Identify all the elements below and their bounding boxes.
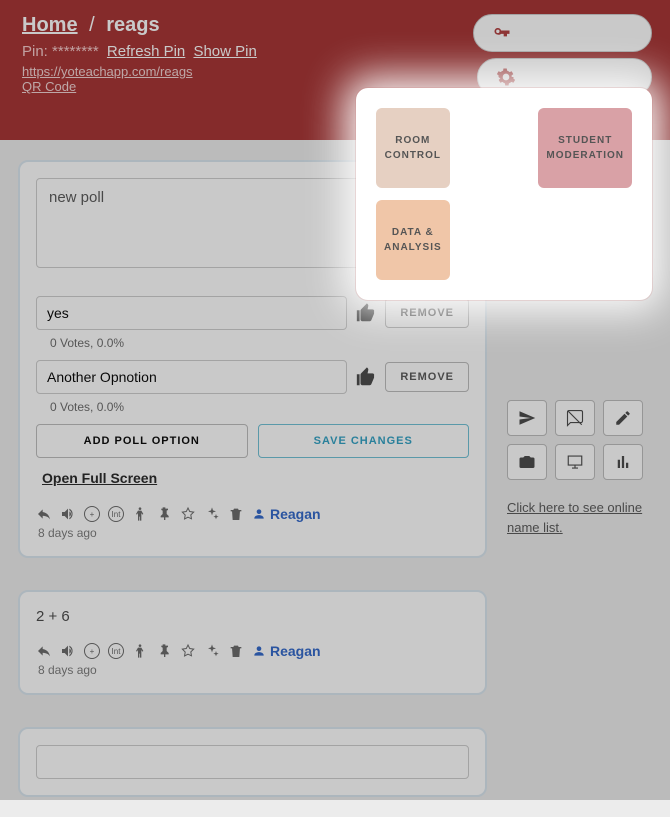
user-icon [252,507,266,521]
paper-plane-icon [518,409,536,427]
reply-icon[interactable] [36,643,52,659]
plus-icon[interactable]: + [84,506,100,522]
send-button[interactable] [507,400,547,436]
chat-slash-icon [566,409,584,427]
pin-label: Pin: [22,43,48,60]
author-link[interactable]: Reagan [252,506,321,522]
poll-option-row: REMOVE [36,296,469,330]
star-icon[interactable] [180,506,196,522]
reply-icon[interactable] [36,506,52,522]
breadcrumb-separator: / [89,14,95,36]
plus-icon[interactable]: + [84,643,100,659]
thumbs-up-icon[interactable] [355,366,377,388]
vote-stat: 0 Votes, 0.0% [50,400,469,414]
user-icon [252,644,266,658]
poll-stats-button[interactable] [603,444,643,480]
remove-option-button[interactable]: REMOVE [385,362,469,392]
bar-chart-icon [614,453,632,471]
admin-options-label: ADMIN OPTIONS [522,26,633,41]
star-icon[interactable] [180,643,196,659]
pin-value: ******** [52,43,99,60]
poll-option-input[interactable] [36,296,347,330]
post-card: 2 + 6 + Int Reagan 8 days ago [18,590,487,695]
show-pin-link[interactable]: Show Pin [193,43,256,60]
post-meta-row: + Int Reagan [36,506,469,522]
more-options-label: MORE OPTIONS [526,70,633,85]
trash-icon[interactable] [228,643,244,659]
refresh-pin-link[interactable]: Refresh Pin [107,43,185,60]
int-icon[interactable]: Int [108,643,124,659]
tool-grid [507,400,652,480]
sparkle-icon[interactable] [204,506,220,522]
save-changes-button[interactable]: SAVE CHANGES [258,424,470,458]
poll-actions-row: ADD POLL OPTION SAVE CHANGES [36,424,469,458]
present-button[interactable] [555,444,595,480]
key-icon [492,23,512,43]
admin-options-button[interactable]: ADMIN OPTIONS [473,14,652,52]
int-icon[interactable]: Int [108,506,124,522]
author-name: Reagan [270,506,321,522]
raise-hand-icon[interactable] [132,506,148,522]
room-name: reags [106,14,159,36]
add-poll-option-button[interactable]: ADD POLL OPTION [36,424,248,458]
trash-icon[interactable] [228,506,244,522]
data-analysis-tile[interactable]: DATA & ANALYSIS [376,200,450,280]
post-age: 8 days ago [38,526,469,540]
pencil-icon [614,409,632,427]
post-age: 8 days ago [38,663,469,677]
room-control-tile[interactable]: ROOM CONTROL [376,108,450,188]
poll-option-input[interactable] [36,360,347,394]
room-url-link[interactable]: https://yoteachapp.com/reags [22,64,193,79]
audio-icon[interactable] [60,643,76,659]
more-options-popover: ROOM CONTROL STUDENT MODERATION DATA & A… [356,88,652,300]
home-link[interactable]: Home [22,14,78,36]
author-link[interactable]: Reagan [252,643,321,659]
student-moderation-tile[interactable]: STUDENT MODERATION [538,108,632,188]
online-name-list-link[interactable]: Click here to see online name list. [507,498,652,537]
presentation-icon [566,453,584,471]
author-name: Reagan [270,643,321,659]
pin-icon[interactable] [156,506,172,522]
camera-button[interactable] [507,444,547,480]
vote-stat: 0 Votes, 0.0% [50,336,469,350]
remove-option-button[interactable]: REMOVE [385,298,469,328]
post-input[interactable] [36,745,469,779]
post-meta-row: + Int Reagan [36,643,469,659]
qr-code-link[interactable]: QR Code [22,79,76,94]
post-text: 2 + 6 [36,608,469,625]
camera-icon [518,453,536,471]
pin-icon[interactable] [156,643,172,659]
edit-button[interactable] [603,400,643,436]
thumbs-up-icon[interactable] [355,302,377,324]
post-card [18,727,487,797]
open-full-screen-link[interactable]: Open Full Screen [42,470,157,486]
gear-icon [496,67,516,87]
mute-chat-button[interactable] [555,400,595,436]
sparkle-icon[interactable] [204,643,220,659]
raise-hand-icon[interactable] [132,643,148,659]
audio-icon[interactable] [60,506,76,522]
poll-option-row: REMOVE [36,360,469,394]
